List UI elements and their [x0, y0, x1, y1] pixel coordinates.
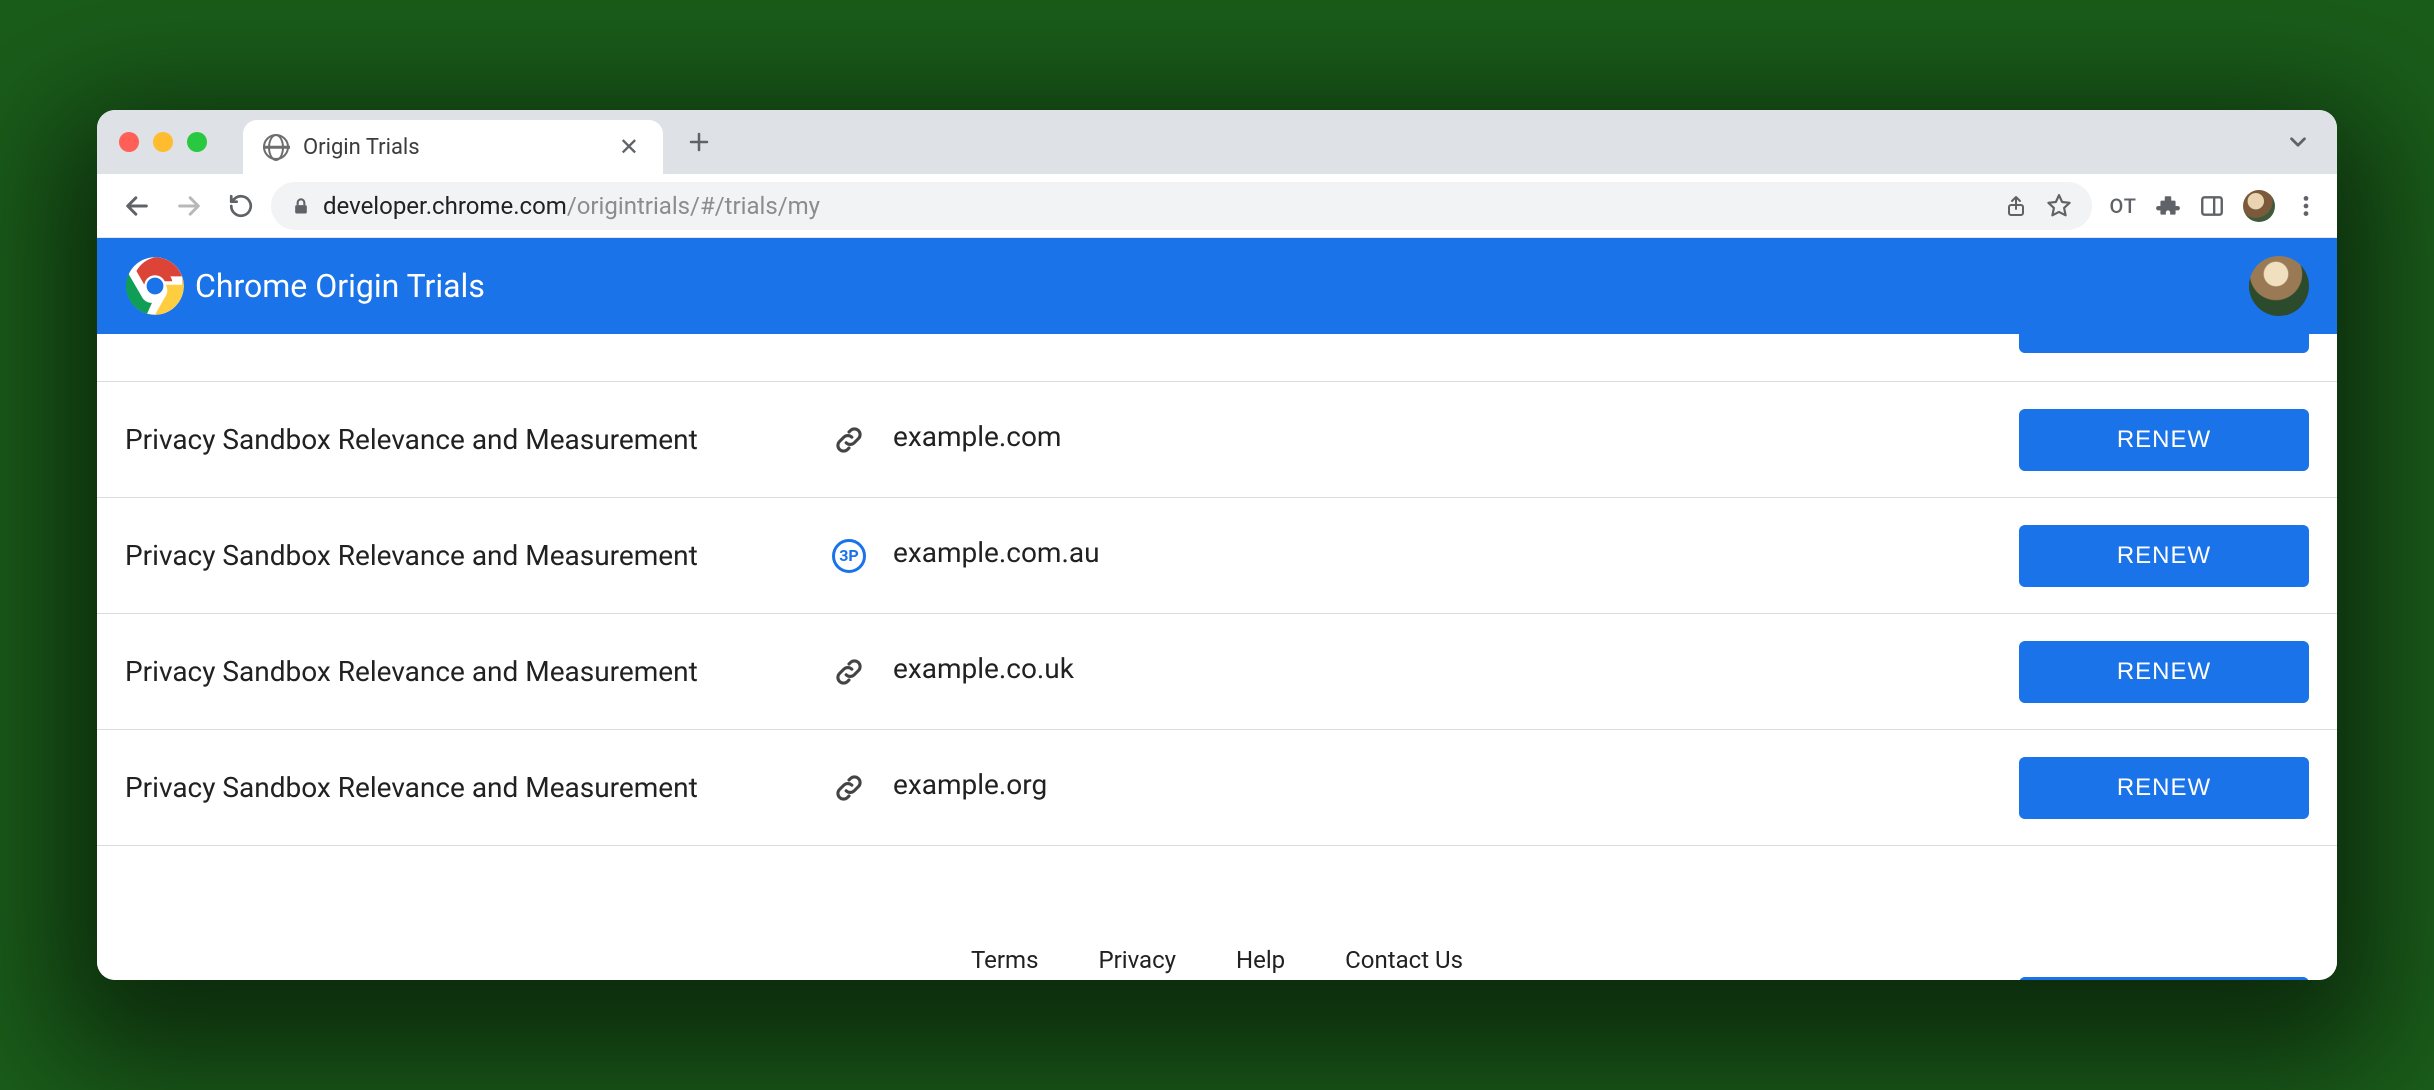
- address-bar: developer.chrome.com/origintrials/#/tria…: [97, 174, 2337, 238]
- chrome-logo-icon: [125, 256, 185, 316]
- tab-bar: Origin Trials ✕: [97, 110, 2337, 174]
- browser-tab[interactable]: Origin Trials ✕: [243, 120, 663, 174]
- footer-privacy-link[interactable]: Privacy: [1098, 946, 1176, 974]
- toolbar-actions: OT: [2110, 190, 2320, 222]
- bookmark-icon[interactable]: [2046, 193, 2072, 219]
- app-title: Chrome Origin Trials: [195, 267, 485, 305]
- renew-button[interactable]: RENEW: [2019, 409, 2309, 471]
- trial-origin: example.com.au: [893, 536, 1100, 569]
- trial-origin: example.org: [893, 768, 1047, 801]
- omnibox[interactable]: developer.chrome.com/origintrials/#/tria…: [271, 182, 2092, 230]
- minimize-window-button[interactable]: [153, 132, 173, 152]
- user-avatar[interactable]: [2249, 256, 2309, 316]
- trial-name: Privacy Sandbox Relevance and Measuremen…: [125, 539, 825, 572]
- url-path: /origintrials/#/trials/my: [567, 192, 820, 220]
- trial-row[interactable]: Privacy Sandbox Relevance and Measuremen…: [97, 498, 2337, 614]
- renew-button[interactable]: RENEW: [2019, 641, 2309, 703]
- tab-title: Origin Trials: [303, 135, 601, 160]
- new-tab-button[interactable]: [677, 120, 721, 164]
- footer-help-link[interactable]: Help: [1236, 946, 1285, 974]
- globe-icon: [263, 134, 289, 160]
- footer-contact-link[interactable]: Contact Us: [1345, 946, 1463, 974]
- trial-row[interactable]: Privacy Sandbox Relevance and Measuremen…: [97, 730, 2337, 846]
- forward-button[interactable]: [167, 184, 211, 228]
- url-host: developer.chrome.com: [323, 192, 567, 220]
- third-party-icon: 3P: [825, 539, 873, 573]
- trial-name: Privacy Sandbox Relevance and Measuremen…: [125, 771, 825, 804]
- link-icon: [825, 771, 873, 805]
- renew-button[interactable]: RENEW: [2019, 525, 2309, 587]
- browser-window: Origin Trials ✕ developer.chrome.com/ori…: [97, 110, 2337, 980]
- reload-button[interactable]: [219, 184, 263, 228]
- back-button[interactable]: [115, 184, 159, 228]
- trial-name: Privacy Sandbox Relevance and Measuremen…: [125, 655, 825, 688]
- close-window-button[interactable]: [119, 132, 139, 152]
- renew-button[interactable]: RENEW: [2019, 757, 2309, 819]
- app-header: Chrome Origin Trials: [97, 238, 2337, 334]
- link-icon: [825, 423, 873, 457]
- side-panel-icon[interactable]: [2199, 193, 2225, 219]
- renew-button[interactable]: RENEW: [2019, 977, 2309, 980]
- trial-origin: example.com: [893, 420, 1061, 453]
- link-icon: [825, 655, 873, 689]
- extensions-icon[interactable]: [2155, 193, 2181, 219]
- trials-list: getCurrentBrowsingContextMedia FEEDBACK …: [97, 334, 2337, 980]
- trial-row[interactable]: Privacy Sandbox Relevance and Measuremen…: [97, 614, 2337, 730]
- menu-icon[interactable]: [2293, 193, 2319, 219]
- trial-row-partial: Privacy Sandbox Relevance and Measuremen…: [97, 946, 2337, 980]
- trial-name: Privacy Sandbox Relevance and Measuremen…: [125, 423, 825, 456]
- trial-origin: example.co.uk: [893, 652, 1074, 685]
- close-tab-icon[interactable]: ✕: [615, 133, 643, 161]
- tab-overflow-button[interactable]: [2285, 129, 2311, 155]
- profile-badge[interactable]: OT: [2110, 194, 2138, 218]
- trial-row[interactable]: Privacy Sandbox Relevance and Measuremen…: [97, 382, 2337, 498]
- share-icon[interactable]: [2004, 194, 2028, 218]
- window-controls: [119, 132, 207, 152]
- zoom-window-button[interactable]: [187, 132, 207, 152]
- footer-terms-link[interactable]: Terms: [971, 946, 1038, 974]
- trial-row[interactable]: getCurrentBrowsingContextMedia FEEDBACK: [97, 334, 2337, 382]
- url-text: developer.chrome.com/origintrials/#/tria…: [323, 192, 820, 220]
- feedback-button[interactable]: FEEDBACK: [2019, 334, 2309, 353]
- lock-icon: [291, 194, 311, 218]
- profile-avatar[interactable]: [2243, 190, 2275, 222]
